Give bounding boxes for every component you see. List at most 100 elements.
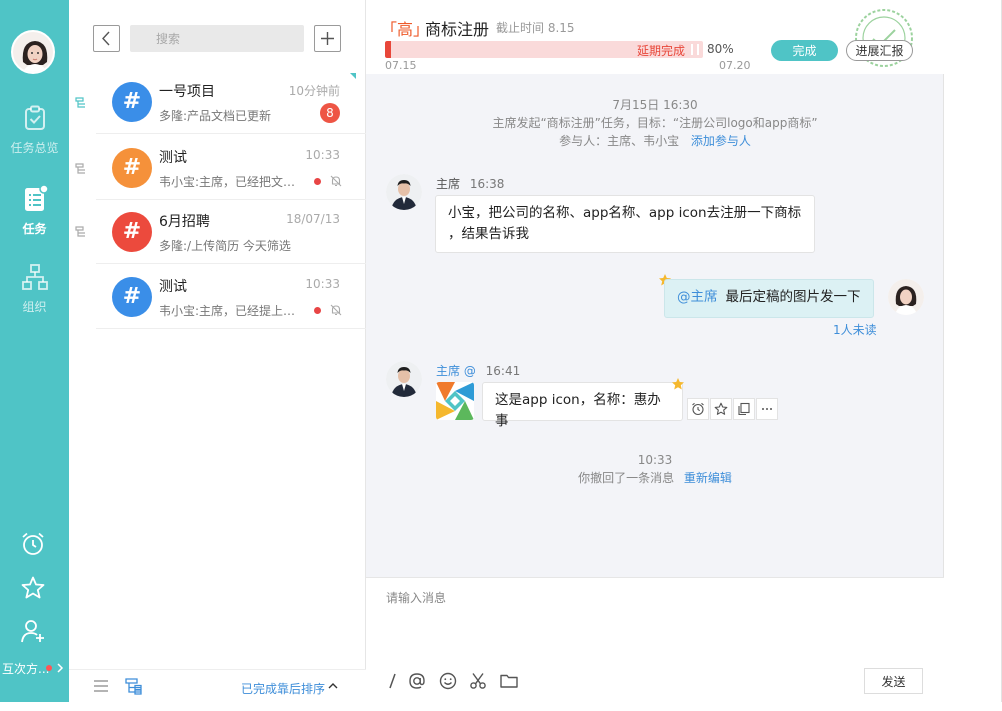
members-text: 参与人：主席、韦小宝 [559,134,680,148]
menu-icon[interactable] [93,678,109,694]
add-button[interactable] [314,25,341,52]
conversation-title: 测试 [159,279,187,295]
remind-button[interactable] [687,398,709,420]
priority-tag: 「高」 [381,20,430,39]
add-participant-link[interactable]: 添加参与人 [691,134,751,148]
unread-dot [314,307,321,314]
left-rail: 任务总览 任务 组织 互次方... [0,0,69,702]
sender-avatar[interactable] [386,174,422,210]
re-edit-link[interactable]: 重新编辑 [684,471,732,485]
star-icon[interactable] [20,575,46,601]
search-input[interactable] [130,25,304,52]
alarm-clock-icon[interactable] [20,531,46,557]
system-time: 10:33 [637,453,673,467]
my-avatar[interactable] [888,279,924,315]
end-date: 07.20 [719,59,751,72]
chevron-up-icon[interactable] [327,680,339,692]
rail-label: 任务总览 [10,141,59,155]
hierarchy-icon [75,97,85,108]
system-members: 参与人：主席、韦小宝 添加参与人 [366,132,944,150]
my-message-bubble[interactable]: @主席 最后定稿的图片发一下 [664,279,874,318]
unread-dot [314,178,321,185]
sender-avatar[interactable] [386,361,422,397]
rail-item-task-overview[interactable]: 任务总览 [0,104,69,156]
send-button[interactable]: 发送 [864,668,923,694]
add-user-icon[interactable] [20,618,46,644]
emoji-icon[interactable] [438,671,458,691]
star-icon [714,402,728,415]
conversation-preview: 多隆:产品文档已更新 [159,109,272,123]
sender-name: 主席 @ [436,364,476,378]
message-time: 16:41 [485,364,521,378]
message-input[interactable] [386,589,926,659]
conversation-preview: 多隆:/上传简历 今天筛选 [159,239,291,253]
right-pane [944,0,1002,702]
conversation-list-panel: # 一号项目 10分钟前 多隆:产品文档已更新 8 # 测试 10:33 韦小宝… [69,0,366,702]
task-deadline: 截止时间 8.15 [496,21,575,35]
pinned-corner [350,73,356,79]
unread-badge: 8 [320,103,340,123]
message-time: 16:38 [469,177,505,191]
task-progress-bar: 延期完成 [385,41,703,58]
clipboard-check-icon [24,105,45,130]
system-message: 7月15日 16:30 主席发起“商标注册”任务，目标：“注册公司logo和ap… [366,96,944,150]
conversation-time: 10分钟前 [288,84,340,98]
task-list-icon [24,185,49,211]
conversation-title: 一号项目 [159,84,215,100]
more-button[interactable] [756,398,778,420]
mention-icon[interactable] [407,671,427,691]
alarm-clock-icon [692,402,704,416]
scissors-icon[interactable] [468,671,488,691]
mention[interactable]: @主席 [677,289,718,305]
copy-button[interactable] [733,398,755,420]
message-bubble[interactable]: 小宝，把公司的名称、app名称、app icon去注册一下商标 ，结果告诉我 [435,195,815,253]
task-header: 「高」 商标注册 截止时间 8.15 延期完成 80% 07.15 07.20 … [366,0,944,74]
mute-bell-icon [330,304,342,316]
message-text: 小宝，把公司的名称、app名称、app icon去注册一下商标 [448,205,802,221]
conversation-time: 10:33 [305,277,340,291]
conversation-title: 6月招聘 [159,214,210,230]
pause-icon[interactable] [691,44,699,55]
progress-report-button[interactable]: 进展汇报 [846,40,913,61]
conversation-item[interactable]: # 6月招聘 18/07/13 多隆:/上传简历 今天筛选 [96,200,366,264]
conversation-time: 10:33 [305,148,340,162]
conversation-time: 18/07/13 [286,212,340,226]
group-hash-icon: # [112,277,152,317]
user-avatar[interactable] [11,30,55,74]
app-icon-image[interactable] [436,382,474,420]
conversation-preview: 韦小宝:主席，已经把文件放到文件夹 [159,175,299,189]
rail-item-tasks[interactable]: 任务 [0,185,69,237]
message-bubble[interactable]: 这是app icon，名称：惠办事 [482,382,683,429]
message-text: ，结果告诉我 [448,226,529,242]
rail-item-org[interactable]: 组织 [0,263,69,315]
workspace-name: 互次方... [2,662,50,676]
read-receipt[interactable]: 1人未读 [833,321,877,338]
conversation-item[interactable]: # 测试 10:33 韦小宝:主席，已经把文件放到文件夹 [96,136,366,200]
message-composer: 发送 [366,577,944,702]
chevron-right-icon [57,663,64,673]
slash-command-icon[interactable] [383,671,403,691]
folder-icon[interactable] [499,671,519,691]
workspace-switcher[interactable]: 互次方... [0,660,69,684]
chat-panel: 「高」 商标注册 截止时间 8.15 延期完成 80% 07.15 07.20 … [366,0,944,702]
list-footer: 已完成靠后排序 [69,669,366,702]
system-text: 主席发起“商标注册”任务，目标：“注册公司logo和app商标” [492,116,818,130]
message-sender: 主席 16:38 [436,175,504,192]
system-message: 10:33 你撤回了一条消息 重新编辑 [366,451,944,487]
org-chart-icon [21,264,48,290]
sort-toggle[interactable]: 已完成靠后排序 [241,680,325,697]
favorite-button[interactable] [710,398,732,420]
mute-bell-icon [330,175,342,187]
back-button[interactable] [93,25,120,52]
hierarchy-view-icon[interactable] [125,677,143,695]
system-time: 7月15日 16:30 [612,98,698,112]
chevron-left-icon [102,31,110,46]
conversation-item[interactable]: # 一号项目 10分钟前 多隆:产品文档已更新 8 [96,70,366,134]
rail-label: 任务 [22,222,47,236]
progress-percent: 80% [707,42,734,56]
group-hash-icon: # [112,148,152,188]
conversation-item[interactable]: # 测试 10:33 韦小宝:主席，已经提上日程了 [96,265,366,329]
star-mark-icon [672,378,684,390]
hierarchy-icon [75,226,85,237]
complete-button[interactable]: 完成 [771,40,838,61]
